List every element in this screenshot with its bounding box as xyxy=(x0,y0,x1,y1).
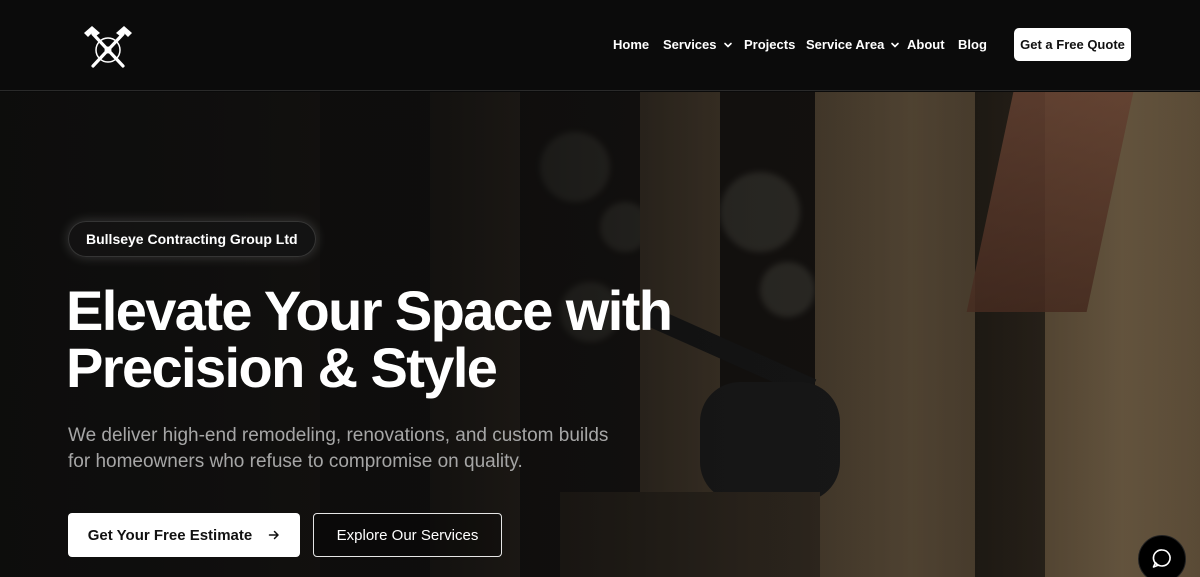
chat-bubble-icon xyxy=(1152,549,1171,568)
nav-projects-label: Projects xyxy=(744,37,796,52)
hero-section: Bullseye Contracting Group Ltd Elevate Y… xyxy=(0,92,1200,577)
nav-blog[interactable]: Blog xyxy=(958,37,987,52)
arrow-right-icon xyxy=(269,530,279,540)
crossed-hammers-icon[interactable] xyxy=(81,24,135,70)
nav-home-label: Home xyxy=(613,37,650,52)
hero-subtext: We deliver high-end remodeling, renovati… xyxy=(68,423,628,475)
get-free-estimate-button[interactable]: Get Your Free Estimate xyxy=(68,513,300,557)
get-free-estimate-label: Get Your Free Estimate xyxy=(87,526,253,544)
explore-services-button[interactable]: Explore Our Services xyxy=(313,513,502,557)
nav-about[interactable]: About xyxy=(907,37,945,52)
company-badge: Bullseye Contracting Group Ltd xyxy=(68,221,316,257)
get-free-quote-button[interactable]: Get a Free Quote xyxy=(1014,28,1131,61)
nav-service-area-label: Service Area xyxy=(806,37,885,52)
hero-headline: Elevate Your Space with Precision & Styl… xyxy=(66,282,766,396)
hero-subtext-line2: for homeowners who refuse to compromise … xyxy=(68,451,523,472)
nav-services[interactable]: Services xyxy=(663,37,733,52)
nav-home[interactable]: Home xyxy=(613,37,649,52)
nav-services-label: Services xyxy=(663,37,717,52)
chat-launcher-button[interactable] xyxy=(1138,535,1186,577)
hero-subtext-line1: We deliver high-end remodeling, renovati… xyxy=(68,425,609,446)
site-header: Home Services Projects Service Area Abou… xyxy=(0,0,1200,91)
nav-about-label: About xyxy=(907,37,945,52)
chevron-down-icon xyxy=(723,42,732,48)
nav-projects[interactable]: Projects xyxy=(744,37,795,52)
hero-headline-line2: Precision & Style xyxy=(66,336,498,399)
nav-service-area[interactable]: Service Area xyxy=(806,37,900,52)
hero-headline-line1: Elevate Your Space with xyxy=(66,279,673,342)
chevron-down-icon xyxy=(891,42,900,48)
nav-blog-label: Blog xyxy=(958,37,987,52)
